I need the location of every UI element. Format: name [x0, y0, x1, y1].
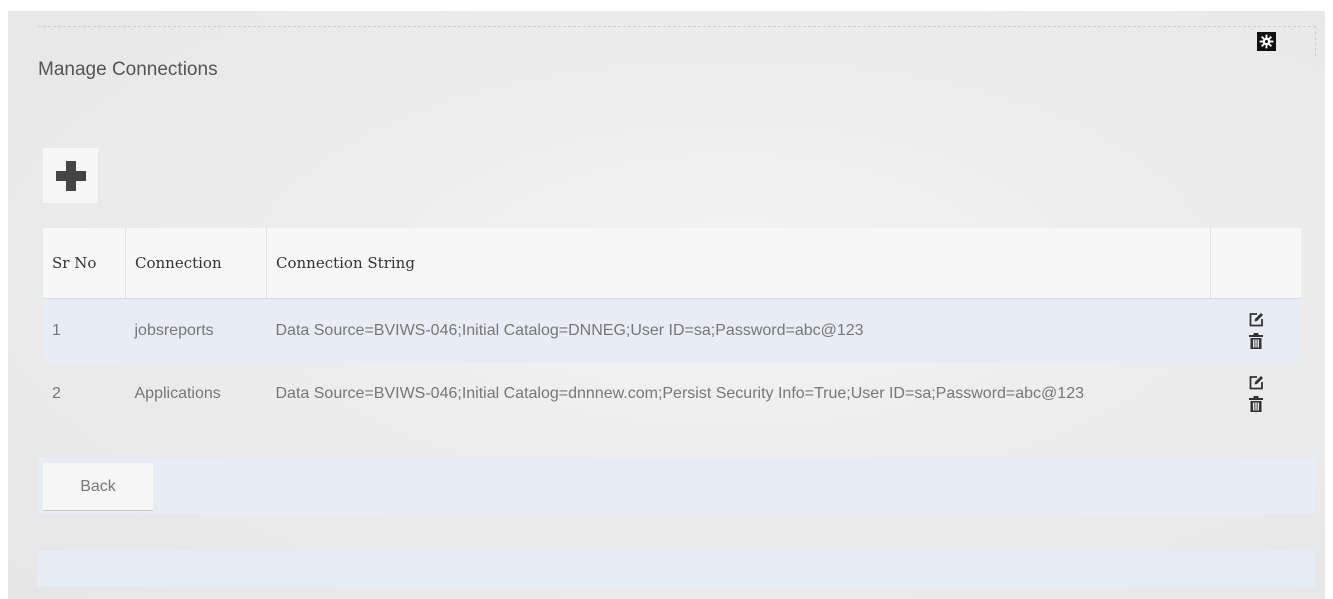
- cell-connection: Applications: [134, 384, 221, 402]
- cell-actions: [1210, 298, 1301, 362]
- table-row: 1 jobsreports Data Source=BVIWS-046;Init…: [43, 298, 1301, 362]
- column-header-connection-string: Connection String: [266, 228, 1211, 299]
- table-header-row: Sr No Connection Connection String: [43, 228, 1301, 299]
- cell-connection-string: Data Source=BVIWS-046;Initial Catalog=DN…: [266, 298, 1211, 362]
- back-button[interactable]: Back: [43, 463, 153, 511]
- module-container: Manage Connections Sr No Connection Conn…: [8, 11, 1325, 599]
- column-header-sr-no: Sr No: [43, 228, 126, 299]
- cell-connection-string: Data Source=BVIWS-046;Initial Catalog=dn…: [275, 384, 1085, 402]
- cell-connection: jobsreports: [125, 298, 267, 362]
- pane-border: [38, 26, 1316, 56]
- trash-icon[interactable]: [1248, 395, 1264, 413]
- column-header-actions: [1210, 228, 1301, 299]
- cell-sr-no: 2: [52, 384, 61, 402]
- trash-icon[interactable]: [1248, 332, 1264, 350]
- table-row: 2 Applications Data Source=BVIWS-046;Ini…: [43, 362, 1301, 425]
- footer-band: [38, 458, 1315, 514]
- page-title: Manage Connections: [38, 59, 218, 80]
- bottom-band: [38, 551, 1315, 587]
- connections-table: Sr No Connection Connection String 1 job…: [43, 228, 1301, 425]
- edit-icon[interactable]: [1248, 375, 1264, 391]
- plus-icon: [55, 160, 86, 191]
- cell-actions: [1211, 362, 1302, 425]
- cell-sr-no: 1: [43, 298, 126, 362]
- gear-icon[interactable]: [1257, 32, 1276, 51]
- edit-icon[interactable]: [1248, 312, 1264, 328]
- add-connection-button[interactable]: [43, 148, 98, 203]
- column-header-connection: Connection: [125, 228, 267, 299]
